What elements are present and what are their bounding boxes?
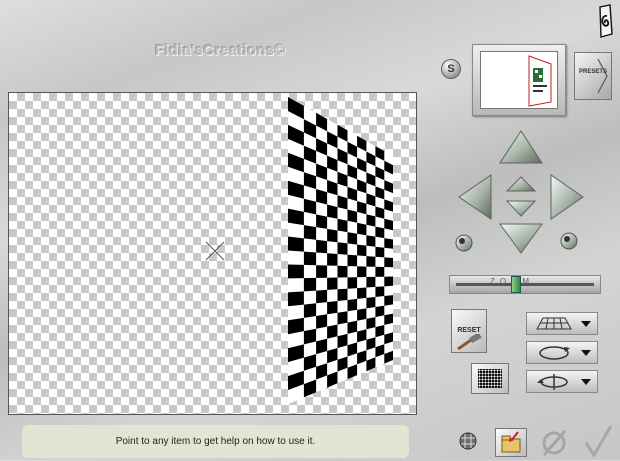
rotate-circle-icon: [539, 346, 591, 360]
chevron-down-icon: [581, 321, 591, 327]
spin-mode-dropdown[interactable]: [526, 370, 598, 393]
rotate-left-dot: [459, 238, 465, 244]
settings-s-button[interactable]: S: [441, 59, 461, 79]
zoom-slider[interactable]: ZOOM: [449, 275, 601, 294]
thumbnail-preview[interactable]: [480, 51, 558, 109]
rotation-mode-dropdown[interactable]: [526, 341, 598, 364]
presets-button[interactable]: PRESETS: [574, 52, 612, 100]
reset-label: RESET: [457, 327, 481, 334]
ok-check-icon[interactable]: [583, 424, 613, 458]
reset-button[interactable]: RESET: [451, 309, 487, 353]
center-cross-icon: [205, 241, 225, 261]
mesh-icon: [478, 369, 502, 388]
chevron-down-icon: [581, 379, 591, 385]
help-status-bar: Point to any item to get help on how to …: [22, 425, 409, 458]
center-down-icon[interactable]: [505, 200, 537, 217]
brand-title: Fidia'sCreations©: [155, 42, 286, 59]
direction-pad: [455, 130, 584, 254]
grid-plane-icon: [536, 317, 591, 330]
rotate-right-dot: [564, 236, 570, 242]
logo-icon: [599, 4, 613, 38]
arrow-up-icon[interactable]: [499, 130, 543, 164]
perspective-mode-dropdown[interactable]: [526, 312, 598, 335]
mesh-toggle-button[interactable]: [471, 363, 509, 394]
center-up-icon[interactable]: [505, 176, 537, 192]
hammer-icon: [457, 334, 482, 351]
arrow-right-icon[interactable]: [550, 174, 584, 220]
cancel-icon[interactable]: [540, 428, 570, 458]
preview-canvas[interactable]: [8, 92, 417, 415]
arrow-left-icon[interactable]: [458, 174, 492, 220]
chevron-right-icon: [597, 58, 608, 94]
arrow-down-icon[interactable]: [499, 223, 543, 254]
chevron-down-icon: [581, 350, 591, 356]
grid-icon[interactable]: [459, 432, 477, 450]
open-file-button[interactable]: [495, 428, 527, 457]
spin-axis-icon: [537, 374, 591, 390]
open-folder-icon: [501, 431, 521, 453]
zoom-knob[interactable]: [510, 276, 521, 293]
thumbnail-image: [528, 55, 552, 107]
